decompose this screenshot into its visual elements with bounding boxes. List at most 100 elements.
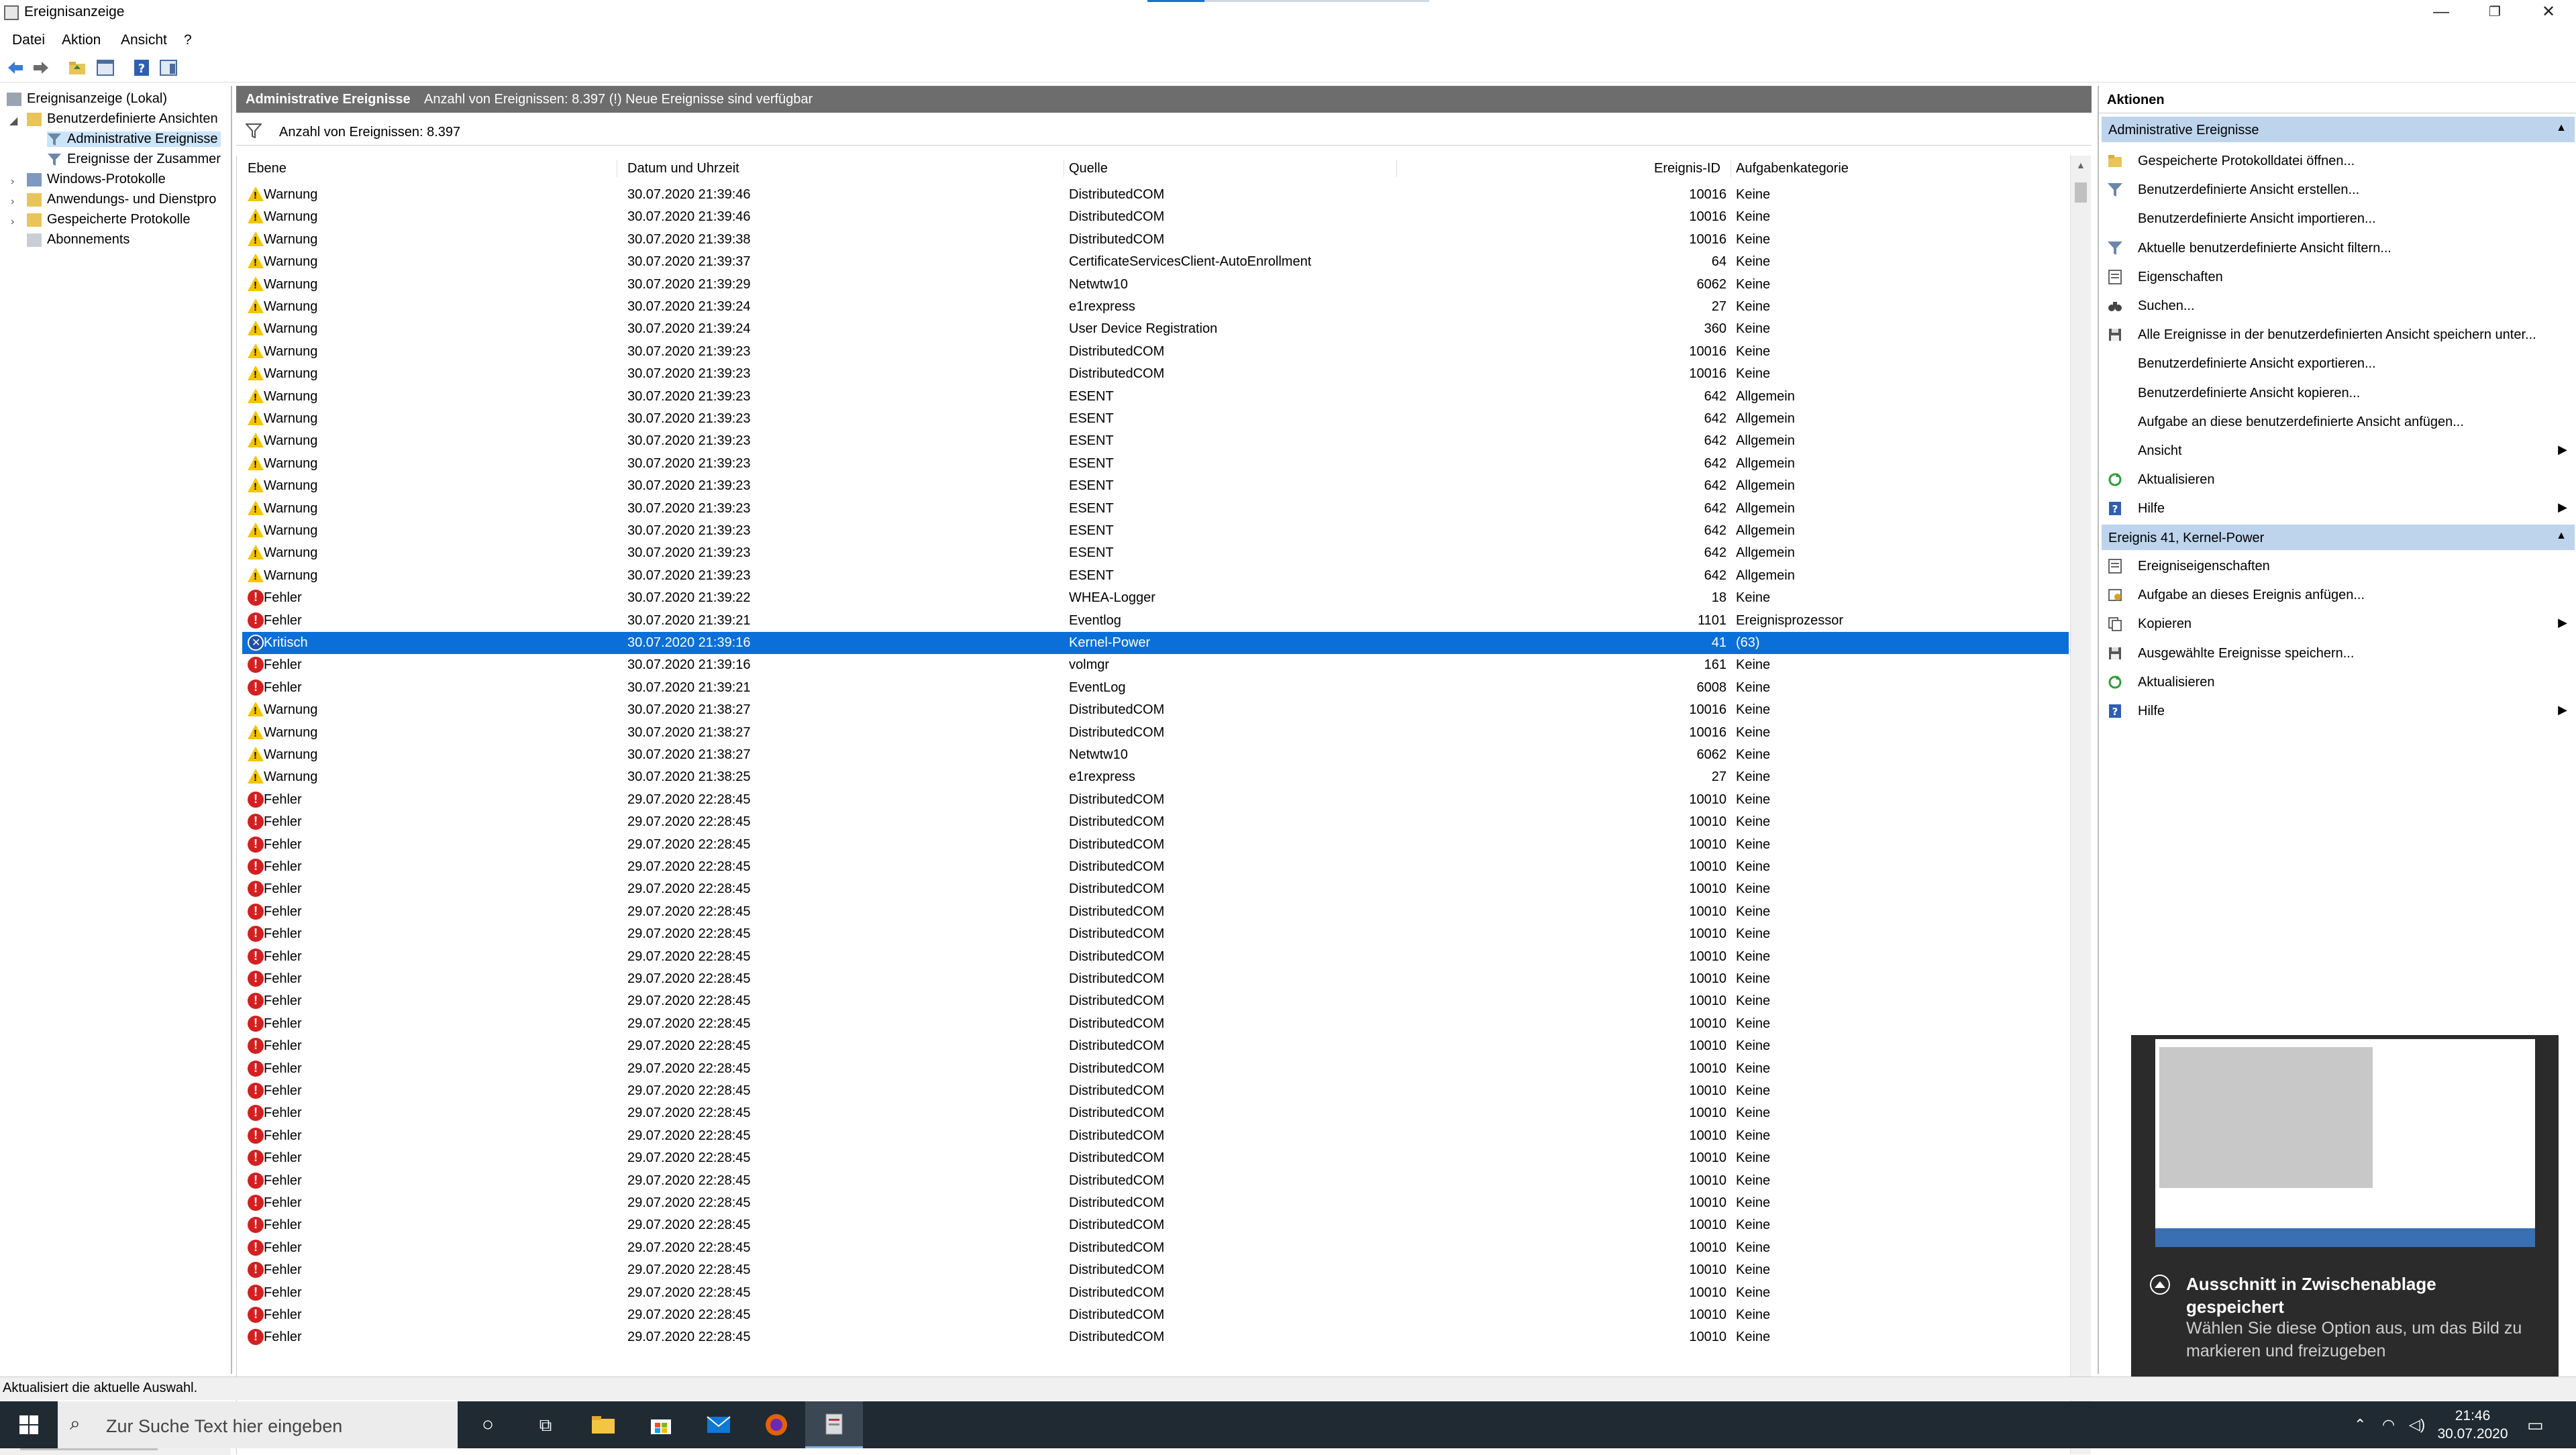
column-header-level[interactable]: Ebene (248, 161, 287, 176)
file-explorer-icon[interactable] (574, 1401, 632, 1448)
tree-item-windows-logs[interactable]: Windows-Protokolle (27, 172, 166, 187)
table-row[interactable]: Fehler 29.07.2020 22:28:45 DistributedCOM K… (242, 1035, 2069, 1057)
table-row[interactable]: Warnung 30.07.2020 21:39:23 ESENT Allgemein… (242, 565, 2069, 587)
start-button[interactable] (0, 1401, 58, 1448)
scroll-up-icon[interactable]: ▲ (2076, 160, 2085, 170)
actions-section-event[interactable]: Ereignis 41, Kernel-Power ▲ (2102, 525, 2575, 550)
table-row[interactable]: Warnung 30.07.2020 21:39:23 ESENT Allgemein… (242, 386, 2069, 408)
table-row[interactable]: Fehler 29.07.2020 22:28:45 DistributedCOM K… (242, 901, 2069, 923)
tree-item-subscriptions[interactable]: Abonnements (27, 232, 130, 248)
action-ereigniseigenschaften[interactable]: Ereigniseigenschaften (2107, 553, 2570, 580)
table-row[interactable]: Warnung 30.07.2020 21:38:27 DistributedCOM… (242, 699, 2069, 721)
snip-notification[interactable]: Ausschnitt in Zwischenablage gespeichert… (2131, 1035, 2559, 1388)
expander-collapsed-icon[interactable]: › (11, 196, 14, 208)
back-arrow-icon[interactable] (5, 58, 25, 78)
table-row[interactable]: Fehler 30.07.2020 21:39:22 WHEA-Logger Kein… (242, 587, 2069, 609)
wifi-icon[interactable]: ◠ (2382, 1401, 2395, 1448)
action-gespeicherte-protokolldatei-öffnen[interactable]: Gespeicherte Protokolldatei öffnen... (2107, 148, 2570, 174)
table-row[interactable]: Warnung 30.07.2020 21:38:27 Netwtw10 Keine 6… (242, 744, 2069, 766)
table-row[interactable]: Fehler 29.07.2020 22:28:45 DistributedCOM K… (242, 856, 2069, 878)
firefox-icon[interactable] (748, 1401, 805, 1448)
table-row[interactable]: Warnung 30.07.2020 21:39:46 DistributedCOM… (242, 206, 2069, 228)
notification-center-icon[interactable]: ▭ (2527, 1401, 2544, 1448)
mail-icon[interactable] (690, 1401, 748, 1448)
column-header-task-category[interactable]: Aufgabenkategorie (1736, 161, 1849, 176)
table-row[interactable]: Fehler 29.07.2020 22:28:45 DistributedCOM K… (242, 923, 2069, 945)
action-benutzerdefinierte-ansicht-exportieren[interactable]: Benutzerdefinierte Ansicht exportieren..… (2107, 350, 2570, 377)
action-ansicht[interactable]: Ansicht ▶ (2107, 437, 2570, 464)
action-aktualisieren[interactable]: Aktualisieren (2107, 669, 2570, 696)
close-button[interactable]: ✕ (2522, 0, 2575, 27)
table-row[interactable]: Warnung 30.07.2020 21:39:23 ESENT Allgemein… (242, 453, 2069, 475)
actions-section-view[interactable]: Administrative Ereignisse ▲ (2102, 117, 2575, 142)
action-aufgabe-an-diese-benutzerdefinierte-ansicht-anfügen[interactable]: Aufgabe an diese benutzerdefinierte Ansi… (2107, 409, 2570, 435)
table-row[interactable]: Kritisch 30.07.2020 21:39:16 Kernel-Power (… (242, 632, 2069, 654)
tree-item-saved-logs[interactable]: Gespeicherte Protokolle (27, 212, 190, 227)
table-row[interactable]: Warnung 30.07.2020 21:39:24 e1rexpress Kein… (242, 296, 2069, 318)
action-benutzerdefinierte-ansicht-kopieren[interactable]: Benutzerdefinierte Ansicht kopieren... (2107, 380, 2570, 407)
table-row[interactable]: Warnung 30.07.2020 21:39:37 CertificateSer… (242, 251, 2069, 273)
table-row[interactable]: Warnung 30.07.2020 21:38:27 DistributedCOM… (242, 722, 2069, 744)
task-view-icon[interactable]: ⧉ (517, 1401, 574, 1448)
table-row[interactable]: Fehler 29.07.2020 22:28:45 DistributedCOM K… (242, 811, 2069, 833)
column-header-event-id[interactable]: Ereignis-ID (1654, 161, 1720, 176)
tree-item-root[interactable]: Ereignisanzeige (Lokal) (7, 91, 167, 107)
table-vertical-scrollbar[interactable]: ▲ ▼ (2070, 156, 2091, 1454)
table-row[interactable]: Fehler 29.07.2020 22:28:45 DistributedCOM K… (242, 1237, 2069, 1259)
table-row[interactable]: Warnung 30.07.2020 21:39:29 Netwtw10 Keine 6… (242, 274, 2069, 296)
collapse-icon[interactable]: ▲ (2556, 122, 2567, 134)
show-hide-console-icon[interactable] (95, 58, 115, 78)
table-row[interactable]: Warnung 30.07.2020 21:38:25 e1rexpress Kein… (242, 766, 2069, 788)
action-kopieren[interactable]: Kopieren ▶ (2107, 610, 2570, 637)
action-aufgabe-an-dieses-ereignis-anfügen[interactable]: Aufgabe an dieses Ereignis anfügen... (2107, 582, 2570, 608)
table-row[interactable]: Warnung 30.07.2020 21:39:23 ESENT Allgemein… (242, 408, 2069, 430)
table-row[interactable]: Warnung 30.07.2020 21:39:23 ESENT Allgemein… (242, 430, 2069, 452)
table-row[interactable]: Fehler 30.07.2020 21:39:21 EventLog Keine 60… (242, 677, 2069, 699)
tree-item-app-service-logs[interactable]: Anwendungs- und Dienstpro (27, 192, 216, 207)
table-row[interactable]: Warnung 30.07.2020 21:39:24 User Device Re… (242, 318, 2069, 340)
table-row[interactable]: Fehler 30.07.2020 21:39:21 Eventlog Ereigni… (242, 610, 2069, 632)
action-hilfe[interactable]: ? Hilfe ▶ (2107, 698, 2570, 724)
menu-datei[interactable]: Datei (12, 32, 45, 48)
table-row[interactable]: Fehler 29.07.2020 22:28:45 DistributedCOM K… (242, 834, 2069, 856)
minimize-button[interactable]: — (2414, 0, 2468, 27)
action-alle-ereignisse-in-der-benutzerdefinierten-ansicht-speichern-unter[interactable]: Alle Ereignisse in der benutzerdefiniert… (2107, 321, 2570, 348)
action-hilfe[interactable]: ? Hilfe ▶ (2107, 495, 2570, 522)
tree-item-custom-views[interactable]: Benutzerdefinierte Ansichten (27, 111, 218, 127)
table-row[interactable]: Fehler 29.07.2020 22:28:45 DistributedCOM K… (242, 1013, 2069, 1035)
store-icon[interactable] (632, 1401, 690, 1448)
action-aktualisieren[interactable]: Aktualisieren (2107, 466, 2570, 493)
table-row[interactable]: Fehler 29.07.2020 22:28:45 DistributedCOM K… (242, 990, 2069, 1012)
tree-item-summary-events[interactable]: Ereignisse der Zusammer (47, 152, 221, 167)
screenshot-preview[interactable] (2155, 1039, 2535, 1247)
action-aktuelle-benutzerdefinierte-ansicht-filtern[interactable]: Aktuelle benutzerdefinierte Ansicht filt… (2107, 235, 2570, 262)
restore-button[interactable]: ❐ (2468, 0, 2522, 27)
show-hidden-icons-icon[interactable]: ⌃ (2354, 1401, 2366, 1448)
table-row[interactable]: Fehler 29.07.2020 22:28:45 DistributedCOM K… (242, 1259, 2069, 1281)
table-row[interactable]: Fehler 29.07.2020 22:28:45 DistributedCOM K… (242, 968, 2069, 990)
collapse-icon[interactable]: ▲ (2556, 530, 2567, 542)
table-row[interactable]: Fehler 29.07.2020 22:28:45 DistributedCOM K… (242, 1326, 2069, 1348)
table-row[interactable]: Warnung 30.07.2020 21:39:23 ESENT Allgemein… (242, 542, 2069, 564)
table-row[interactable]: Fehler 29.07.2020 22:28:45 DistributedCOM K… (242, 946, 2069, 968)
table-row[interactable]: Fehler 29.07.2020 22:28:45 DistributedCOM K… (242, 789, 2069, 811)
event-viewer-taskbar-icon[interactable] (805, 1401, 863, 1448)
table-row[interactable]: Fehler 29.07.2020 22:28:45 DistributedCOM K… (242, 1192, 2069, 1214)
taskbar-search[interactable]: ⌕ Zur Suche Text hier eingeben (58, 1401, 458, 1448)
table-row[interactable]: Warnung 30.07.2020 21:39:23 ESENT Allgemein… (242, 475, 2069, 497)
table-row[interactable]: Fehler 29.07.2020 22:28:45 DistributedCOM K… (242, 1058, 2069, 1080)
table-row[interactable]: Fehler 29.07.2020 22:28:45 DistributedCOM K… (242, 1125, 2069, 1147)
table-row[interactable]: Warnung 30.07.2020 21:39:46 DistributedCOM… (242, 184, 2069, 206)
menu-help[interactable]: ? (184, 32, 192, 48)
table-row[interactable]: Fehler 29.07.2020 22:28:45 DistributedCOM K… (242, 1214, 2069, 1236)
table-row[interactable]: Fehler 29.07.2020 22:28:45 DistributedCOM K… (242, 1147, 2069, 1169)
action-benutzerdefinierte-ansicht-importieren[interactable]: Benutzerdefinierte Ansicht importieren..… (2107, 205, 2570, 232)
expander-collapsed-icon[interactable]: › (11, 176, 14, 188)
table-row[interactable]: Warnung 30.07.2020 21:39:38 DistributedCOM… (242, 229, 2069, 251)
action-suchen[interactable]: Suchen... (2107, 292, 2570, 319)
table-row[interactable]: Fehler 29.07.2020 22:28:45 DistributedCOM K… (242, 1170, 2069, 1192)
table-row[interactable]: Fehler 29.07.2020 22:28:45 DistributedCOM K… (242, 1304, 2069, 1326)
table-row[interactable]: Warnung 30.07.2020 21:39:23 ESENT Allgemein… (242, 498, 2069, 520)
table-row[interactable]: Warnung 30.07.2020 21:39:23 ESENT Allgemein… (242, 520, 2069, 542)
folder-up-icon[interactable] (67, 58, 87, 78)
